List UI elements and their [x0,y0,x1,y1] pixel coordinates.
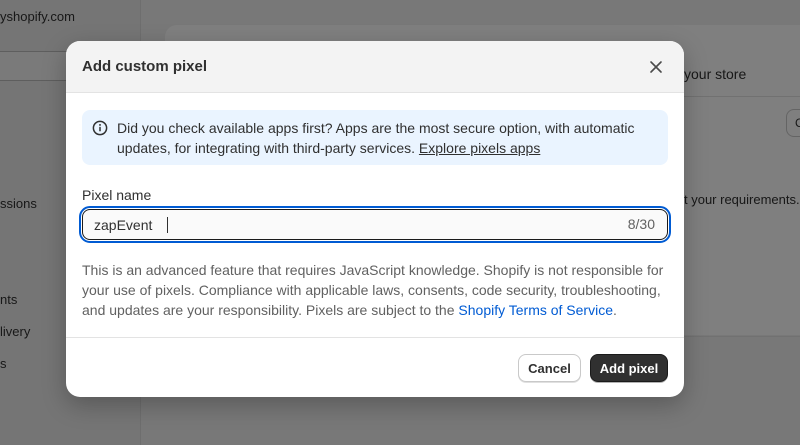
pixel-name-label: Pixel name [82,187,152,203]
explore-pixels-apps-link[interactable]: Explore pixels apps [419,140,540,156]
close-button[interactable] [644,55,668,79]
modal-header: Add custom pixel [66,41,684,93]
terms-of-service-link[interactable]: Shopify Terms of Service [458,302,613,318]
character-counter: 8/30 [627,216,655,232]
info-banner: Did you check available apps first? Apps… [82,110,668,165]
add-pixel-button[interactable]: Add pixel [590,354,668,382]
cancel-button[interactable]: Cancel [518,354,581,382]
info-icon [92,120,108,136]
close-icon [650,61,662,73]
banner-message: Did you check available apps first? Apps… [117,120,635,156]
add-custom-pixel-modal: Add custom pixel Did you check available… [66,41,684,397]
footer-divider [66,337,684,338]
text-caret [167,217,168,233]
banner-text: Did you check available apps first? Apps… [117,118,657,158]
pixel-name-field[interactable]: 8/30 [79,206,671,243]
help-text: This is an advanced feature that require… [82,260,672,320]
help-suffix: . [613,302,617,318]
modal-title: Add custom pixel [82,58,208,75]
pixel-name-input[interactable] [94,210,574,239]
